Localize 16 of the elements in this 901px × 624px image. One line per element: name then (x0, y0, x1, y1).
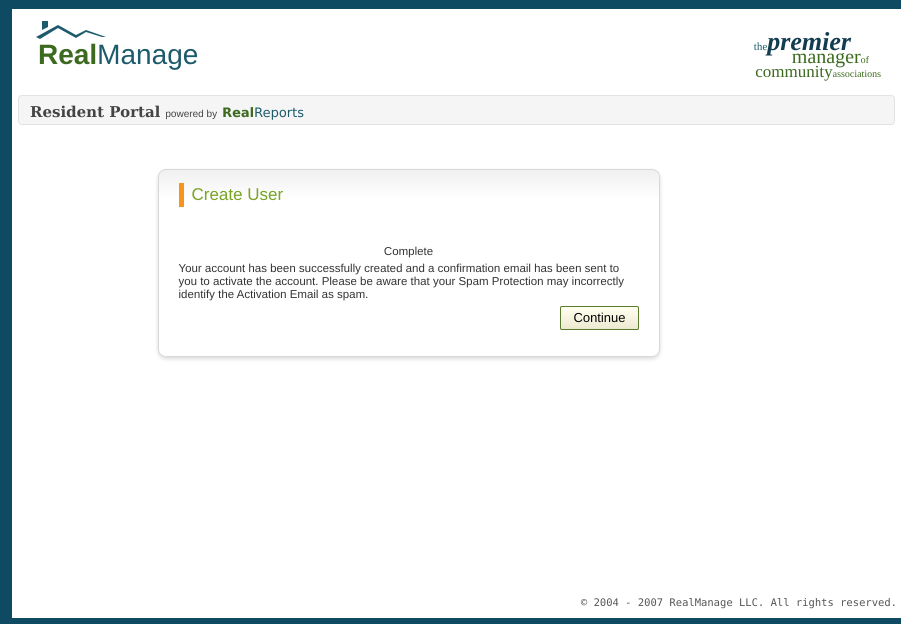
powered-by-text: powered by (165, 108, 218, 122)
tagline-text: community (755, 63, 833, 80)
logo-text: Real (38, 41, 98, 69)
copyright-text: © 2004 - 2007 RealManage LLC. All rights reserved. (580, 596, 897, 612)
accent-bar (178, 182, 184, 207)
status-text: Complete (384, 244, 434, 260)
brand-text: Reports (254, 105, 304, 123)
tagline-text: associations (832, 70, 881, 80)
portal-title: Resident Portal (30, 102, 160, 123)
message-text: Your account has been successfully created and a confirmation email has been sent to you to activate the account. Please be aware that your Spam Protection may incorrectly identify the Activation Email as spam. (178, 262, 626, 302)
tagline-text: the (754, 42, 768, 53)
panel-title: Create User (192, 184, 284, 206)
logo-text: Manage (97, 41, 198, 69)
brand-text: Real (222, 105, 254, 123)
continue-button[interactable]: Continue (560, 306, 638, 330)
tagline-text: of (860, 56, 869, 66)
